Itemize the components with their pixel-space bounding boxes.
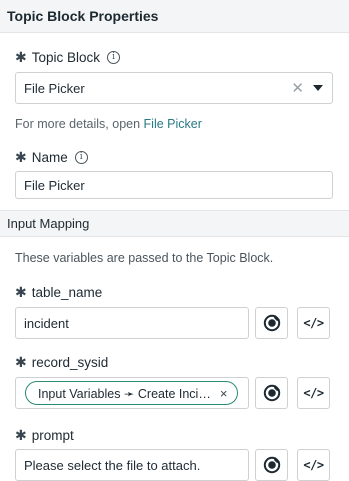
dropdown-caret-icon[interactable]: [313, 85, 323, 91]
data-pill-picker-icon: [263, 384, 280, 402]
table-name-value: incident: [24, 315, 69, 331]
mapping-description: These variables are passed to the Topic …: [15, 251, 274, 265]
script-code-icon: </>: [303, 386, 324, 400]
asterisk-icon: ✱: [15, 283, 27, 300]
script-code-button[interactable]: </>: [297, 377, 330, 409]
data-pill-picker-icon: [263, 314, 280, 332]
pill-remove-icon[interactable]: ×: [220, 386, 228, 401]
name-input[interactable]: File Picker: [15, 171, 333, 199]
asterisk-icon: ✱: [15, 148, 27, 165]
file-picker-link[interactable]: File Picker: [144, 117, 202, 131]
record-sysid-label: record_sysid: [31, 354, 109, 370]
data-pill-picker-button[interactable]: [255, 449, 288, 481]
properties-header: Topic Block Properties: [0, 0, 349, 33]
table-name-label-row: ✱ table_name: [15, 283, 102, 301]
prompt-label: prompt: [31, 427, 74, 443]
script-code-icon: </>: [303, 316, 324, 330]
topic-block-label: Topic Block: [31, 49, 101, 65]
asterisk-icon: ✱: [15, 48, 27, 65]
data-pill[interactable]: Input Variables ➛ Create Inci… ×: [25, 381, 239, 405]
topic-block-select[interactable]: File Picker ✕: [15, 72, 333, 104]
asterisk-icon: ✱: [15, 353, 27, 370]
details-prefix: For more details, open: [15, 117, 144, 131]
record-sysid-input[interactable]: Input Variables ➛ Create Inci… ×: [15, 377, 249, 409]
prompt-label-row: ✱ prompt: [15, 426, 74, 444]
properties-title: Topic Block Properties: [7, 8, 159, 24]
data-pill-label: Input Variables ➛ Create Inci…: [38, 386, 211, 401]
script-code-button[interactable]: </>: [297, 449, 330, 481]
data-pill-picker-icon: [263, 456, 280, 474]
script-code-icon: </>: [303, 458, 324, 472]
name-label-row: ✱ Name i: [15, 148, 88, 166]
topic-block-label-row: ✱ Topic Block i: [15, 48, 121, 66]
topic-block-value: File Picker: [24, 80, 85, 96]
input-mapping-header: Input Mapping: [0, 210, 349, 237]
record-sysid-label-row: ✱ record_sysid: [15, 353, 108, 371]
info-icon[interactable]: i: [74, 150, 88, 164]
script-code-button[interactable]: </>: [297, 307, 330, 339]
name-value: File Picker: [24, 177, 85, 193]
asterisk-icon: ✱: [15, 426, 27, 443]
clear-x-icon[interactable]: ✕: [291, 79, 304, 97]
table-name-input[interactable]: incident: [15, 307, 249, 339]
prompt-input[interactable]: Please select the file to attach.: [15, 449, 249, 481]
name-label: Name: [31, 149, 68, 165]
info-icon[interactable]: i: [107, 50, 121, 64]
prompt-value: Please select the file to attach.: [24, 457, 201, 473]
data-pill-picker-button[interactable]: [255, 307, 288, 339]
input-mapping-title: Input Mapping: [7, 216, 90, 231]
details-text: For more details, open File Picker: [15, 117, 202, 131]
table-name-label: table_name: [31, 284, 103, 300]
data-pill-picker-button[interactable]: [255, 377, 288, 409]
